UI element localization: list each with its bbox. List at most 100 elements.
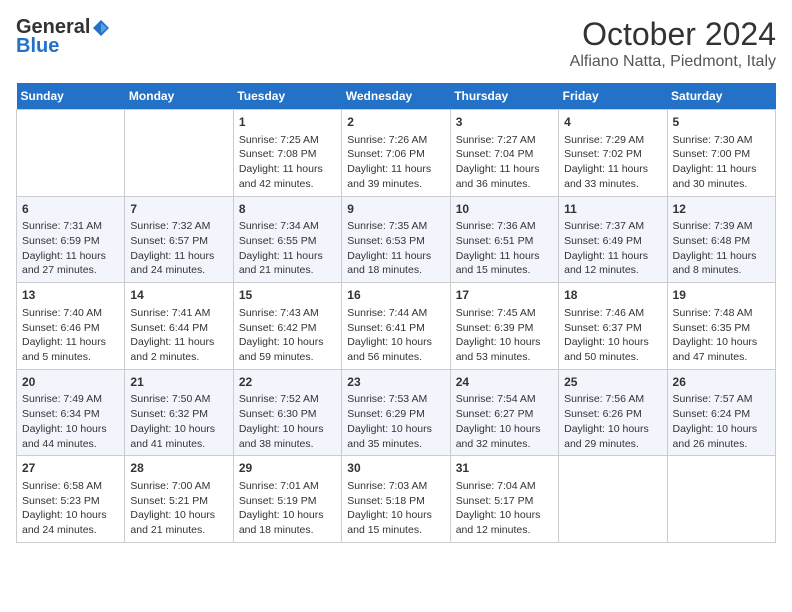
cell-text: Sunrise: 7:03 AM (347, 479, 444, 494)
cell-text: Sunrise: 7:48 AM (673, 306, 770, 321)
day-number: 6 (22, 201, 119, 218)
cell-text: Sunrise: 7:36 AM (456, 219, 553, 234)
cell-text: Sunrise: 7:30 AM (673, 133, 770, 148)
cell-text: Sunrise: 7:56 AM (564, 392, 661, 407)
cell-text: Daylight: 10 hours and 26 minutes. (673, 422, 770, 451)
cell-text: Sunset: 5:19 PM (239, 494, 336, 509)
cell-text: Daylight: 10 hours and 32 minutes. (456, 422, 553, 451)
calendar-cell: 25Sunrise: 7:56 AMSunset: 6:26 PMDayligh… (559, 369, 667, 456)
location: Alfiano Natta, Piedmont, Italy (570, 53, 776, 71)
cell-text: Sunrise: 7:04 AM (456, 479, 553, 494)
calendar-cell: 8Sunrise: 7:34 AMSunset: 6:55 PMDaylight… (233, 196, 341, 283)
day-number: 13 (22, 287, 119, 304)
cell-text: Daylight: 11 hours and 2 minutes. (130, 335, 227, 364)
cell-text: Sunrise: 7:32 AM (130, 219, 227, 234)
cell-text: Sunset: 6:55 PM (239, 234, 336, 249)
cell-text: Sunset: 6:53 PM (347, 234, 444, 249)
cell-text: Sunrise: 7:45 AM (456, 306, 553, 321)
day-number: 21 (130, 374, 227, 391)
weekday-header-sunday: Sunday (17, 83, 125, 110)
cell-text: Sunrise: 7:52 AM (239, 392, 336, 407)
month-title: October 2024 (570, 16, 776, 53)
day-number: 17 (456, 287, 553, 304)
calendar-cell (559, 456, 667, 543)
cell-text: Daylight: 11 hours and 24 minutes. (130, 249, 227, 278)
calendar-cell: 31Sunrise: 7:04 AMSunset: 5:17 PMDayligh… (450, 456, 558, 543)
calendar-cell: 23Sunrise: 7:53 AMSunset: 6:29 PMDayligh… (342, 369, 450, 456)
cell-text: Sunrise: 7:43 AM (239, 306, 336, 321)
calendar-cell: 6Sunrise: 7:31 AMSunset: 6:59 PMDaylight… (17, 196, 125, 283)
calendar-cell: 5Sunrise: 7:30 AMSunset: 7:00 PMDaylight… (667, 110, 775, 197)
logo-blue: Blue (16, 35, 59, 58)
cell-text: Daylight: 11 hours and 27 minutes. (22, 249, 119, 278)
cell-text: Daylight: 10 hours and 29 minutes. (564, 422, 661, 451)
cell-text: Daylight: 10 hours and 21 minutes. (130, 508, 227, 537)
cell-text: Sunset: 6:39 PM (456, 321, 553, 336)
calendar-cell (17, 110, 125, 197)
cell-text: Daylight: 10 hours and 56 minutes. (347, 335, 444, 364)
weekday-header-friday: Friday (559, 83, 667, 110)
cell-text: Sunset: 6:26 PM (564, 407, 661, 422)
cell-text: Sunrise: 7:35 AM (347, 219, 444, 234)
cell-text: Sunset: 5:21 PM (130, 494, 227, 509)
day-number: 14 (130, 287, 227, 304)
cell-text: Daylight: 11 hours and 39 minutes. (347, 162, 444, 191)
calendar-cell: 3Sunrise: 7:27 AMSunset: 7:04 PMDaylight… (450, 110, 558, 197)
calendar-cell: 27Sunrise: 6:58 AMSunset: 5:23 PMDayligh… (17, 456, 125, 543)
cell-text: Sunset: 7:06 PM (347, 147, 444, 162)
calendar-cell: 15 Sunrise: 7:43 AMSunset: 6:42 PMDayligh… (233, 283, 341, 370)
cell-text: Daylight: 10 hours and 18 minutes. (239, 508, 336, 537)
calendar-cell: 26Sunrise: 7:57 AMSunset: 6:24 PMDayligh… (667, 369, 775, 456)
cell-text: Sunrise: 7:57 AM (673, 392, 770, 407)
cell-text: Sunrise: 7:46 AM (564, 306, 661, 321)
weekday-header-monday: Monday (125, 83, 233, 110)
cell-text: Daylight: 11 hours and 36 minutes. (456, 162, 553, 191)
cell-text: Sunset: 6:35 PM (673, 321, 770, 336)
day-number: 18 (564, 287, 661, 304)
day-number: 15 (239, 287, 336, 304)
day-number: 16 (347, 287, 444, 304)
cell-text: Daylight: 10 hours and 24 minutes. (22, 508, 119, 537)
calendar-cell: 1Sunrise: 7:25 AMSunset: 7:08 PMDaylight… (233, 110, 341, 197)
cell-text: Sunrise: 7:25 AM (239, 133, 336, 148)
cell-text: Sunset: 6:42 PM (239, 321, 336, 336)
day-number: 2 (347, 114, 444, 131)
cell-text: Sunset: 5:17 PM (456, 494, 553, 509)
weekday-header-tuesday: Tuesday (233, 83, 341, 110)
cell-text: Sunrise: 7:54 AM (456, 392, 553, 407)
cell-text: Sunset: 6:27 PM (456, 407, 553, 422)
cell-text: Daylight: 10 hours and 59 minutes. (239, 335, 336, 364)
calendar-week-row: 20Sunrise: 7:49 AMSunset: 6:34 PMDayligh… (17, 369, 776, 456)
day-number: 28 (130, 460, 227, 477)
calendar-week-row: 1Sunrise: 7:25 AMSunset: 7:08 PMDaylight… (17, 110, 776, 197)
calendar-cell: 28Sunrise: 7:00 AMSunset: 5:21 PMDayligh… (125, 456, 233, 543)
calendar-week-row: 6Sunrise: 7:31 AMSunset: 6:59 PMDaylight… (17, 196, 776, 283)
cell-text: Sunset: 6:37 PM (564, 321, 661, 336)
cell-text: Daylight: 11 hours and 15 minutes. (456, 249, 553, 278)
day-number: 10 (456, 201, 553, 218)
cell-text: Sunset: 6:30 PM (239, 407, 336, 422)
cell-text: Sunset: 6:59 PM (22, 234, 119, 249)
day-number: 20 (22, 374, 119, 391)
cell-text: Sunset: 6:44 PM (130, 321, 227, 336)
cell-text: Sunrise: 7:40 AM (22, 306, 119, 321)
cell-text: Sunset: 6:29 PM (347, 407, 444, 422)
calendar-cell: 24Sunrise: 7:54 AMSunset: 6:27 PMDayligh… (450, 369, 558, 456)
cell-text: Daylight: 10 hours and 44 minutes. (22, 422, 119, 451)
cell-text: Daylight: 11 hours and 18 minutes. (347, 249, 444, 278)
day-number: 3 (456, 114, 553, 131)
day-number: 9 (347, 201, 444, 218)
calendar-week-row: 27Sunrise: 6:58 AMSunset: 5:23 PMDayligh… (17, 456, 776, 543)
calendar-cell: 22Sunrise: 7:52 AMSunset: 6:30 PMDayligh… (233, 369, 341, 456)
cell-text: Sunset: 6:46 PM (22, 321, 119, 336)
logo-icon (91, 18, 111, 38)
calendar-cell: 19Sunrise: 7:48 AMSunset: 6:35 PMDayligh… (667, 283, 775, 370)
calendar-cell: 20Sunrise: 7:49 AMSunset: 6:34 PMDayligh… (17, 369, 125, 456)
day-number: 1 (239, 114, 336, 131)
cell-text: Sunset: 6:57 PM (130, 234, 227, 249)
cell-text: Sunrise: 7:39 AM (673, 219, 770, 234)
weekday-header-row: SundayMondayTuesdayWednesdayThursdayFrid… (17, 83, 776, 110)
cell-text: Daylight: 11 hours and 42 minutes. (239, 162, 336, 191)
cell-text: Daylight: 11 hours and 21 minutes. (239, 249, 336, 278)
day-number: 19 (673, 287, 770, 304)
